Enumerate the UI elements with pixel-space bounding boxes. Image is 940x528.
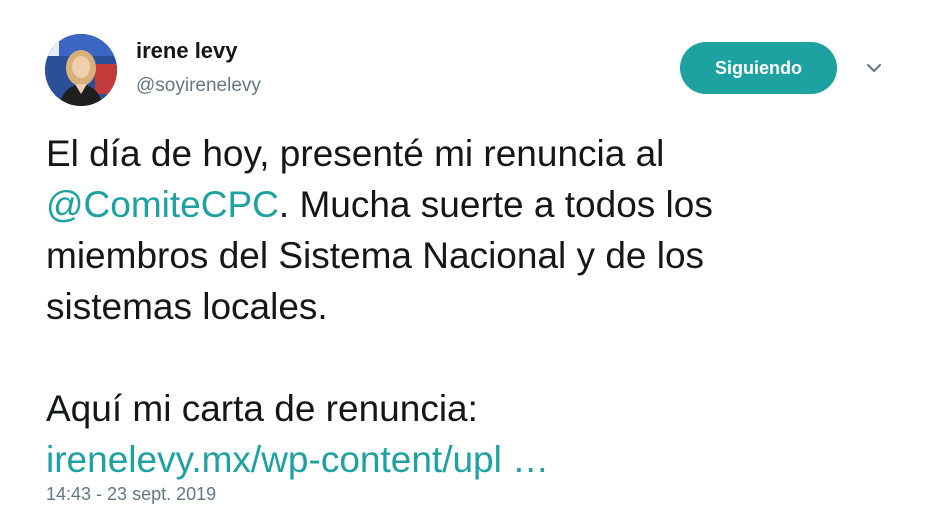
author-name[interactable]: irene levy <box>136 38 238 64</box>
tweet-line: @ComiteCPC. Mucha suerte a todos los <box>46 179 906 230</box>
author-handle[interactable]: @soyirenelevy <box>136 75 261 97</box>
tweet-text: El día de hoy, presenté mi renuncia al @… <box>46 128 906 485</box>
tweet-line: Aquí mi carta de renuncia: <box>46 388 478 429</box>
tweet-timestamp[interactable]: 14:43 - 23 sept. 2019 <box>46 484 216 505</box>
tweet-line: miembros del Sistema Nacional y de los <box>46 235 705 276</box>
mention-link[interactable]: @ComiteCPC <box>46 184 279 225</box>
tweet-line: irenelevy.mx/wp-content/upl … <box>46 434 906 485</box>
avatar[interactable] <box>45 34 117 106</box>
tweet-line: El día de hoy, presenté mi renuncia al <box>46 133 665 174</box>
tweet-line: sistemas locales. <box>46 286 328 327</box>
profile-photo <box>45 34 117 106</box>
url-link[interactable]: irenelevy.mx/wp-content/upl … <box>46 439 549 480</box>
tweet-line-text: . Mucha suerte a todos los <box>278 184 713 225</box>
chevron-down-icon[interactable] <box>862 56 886 80</box>
following-button[interactable]: Siguiendo <box>680 42 837 94</box>
